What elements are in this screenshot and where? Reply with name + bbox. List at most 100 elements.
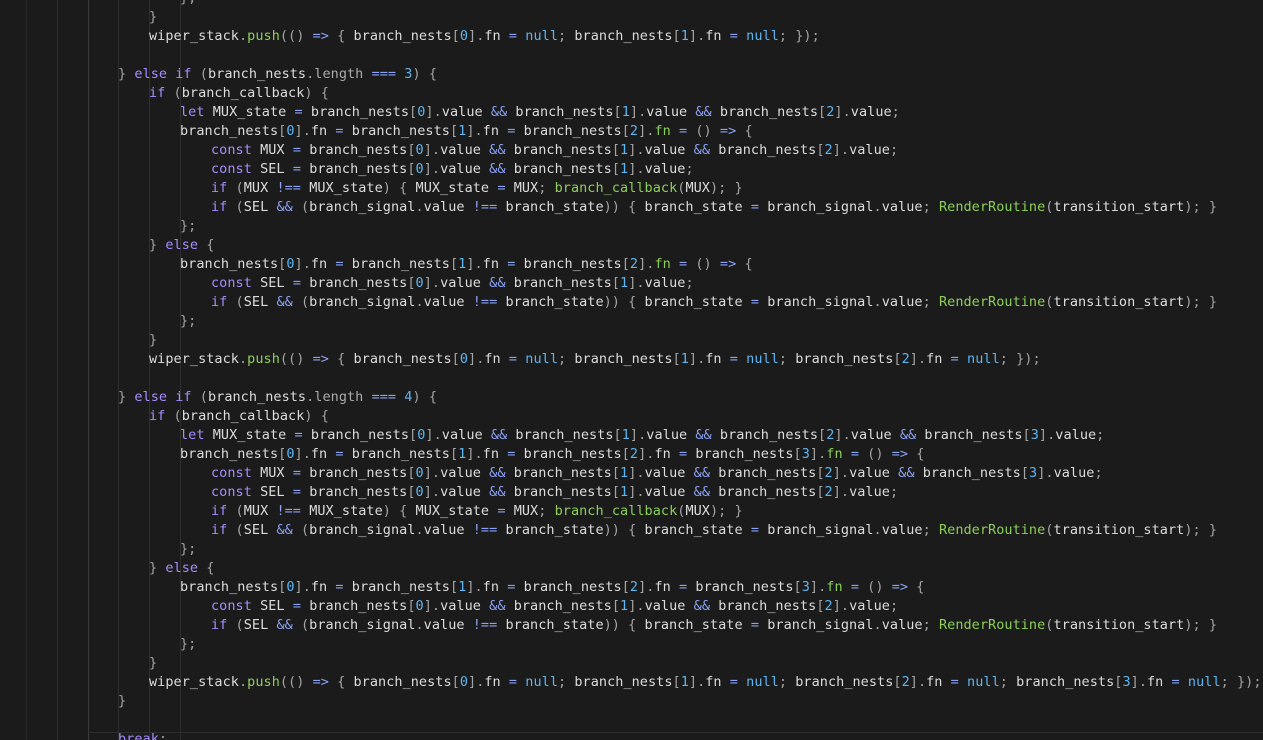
code-token: 2: [824, 484, 833, 500]
code-token: 1: [680, 28, 689, 44]
code-line[interactable]: branch_nests[0].fn = branch_nests[1].fn …: [180, 122, 753, 141]
code-line[interactable]: const MUX = branch_nests[0].value && bra…: [211, 464, 1103, 483]
code-token: null: [525, 28, 559, 44]
code-token: 3: [801, 579, 810, 595]
code-line[interactable]: if (SEL && (branch_signal.value !== bran…: [211, 521, 1217, 540]
code-line[interactable]: if (SEL && (branch_signal.value !== bran…: [211, 293, 1217, 312]
code-line[interactable]: } else if (branch_nests.length === 3) {: [118, 65, 437, 84]
code-token: branch_state: [644, 294, 743, 310]
code-line[interactable]: wiper_stack.push(() => { branch_nests[0]…: [149, 350, 1041, 369]
code-token: !==: [276, 503, 301, 519]
code-token: const: [211, 142, 252, 158]
code-token: ].: [468, 351, 485, 367]
code-line[interactable]: if (branch_callback) {: [149, 407, 329, 426]
code-token: ].: [466, 446, 483, 462]
code-token: =: [750, 522, 760, 538]
code-line[interactable]: if (SEL && (branch_signal.value !== bran…: [211, 198, 1217, 217]
code-token: [: [449, 123, 459, 139]
code-token: ;: [538, 503, 555, 519]
code-line[interactable]: branch_nests[0].fn = branch_nests[1].fn …: [180, 578, 924, 597]
code-token: [: [816, 598, 825, 614]
code-token: .: [415, 522, 424, 538]
code-token: [: [816, 484, 825, 500]
code-line[interactable]: };: [180, 0, 196, 8]
code-line[interactable]: };: [180, 312, 196, 331]
code-token: branch_state: [505, 617, 604, 633]
code-line[interactable]: };: [180, 540, 196, 559]
code-token: ].: [909, 351, 927, 367]
code-token: ;: [158, 731, 168, 740]
code-token: [: [611, 465, 621, 481]
code-token: (): [859, 446, 892, 462]
code-line[interactable]: const SEL = branch_nests[0].value && bra…: [211, 160, 694, 179]
code-token: (: [165, 85, 182, 101]
code-token: RenderRoutine: [938, 522, 1046, 538]
code-token: ].: [423, 465, 441, 481]
code-token: branch_nests: [351, 123, 450, 139]
code-editor[interactable]: };}wiper_stack.push(() => { branch_nests…: [0, 0, 1263, 740]
code-token: 3: [1122, 674, 1131, 690]
code-line[interactable]: wiper_stack.push(() => { branch_nests[0]…: [149, 673, 1262, 692]
code-line[interactable]: break;: [118, 730, 167, 740]
code-token: value: [440, 275, 481, 291]
code-token: [: [449, 446, 459, 462]
code-token: branch_callback: [554, 180, 678, 196]
code-token: else: [165, 237, 199, 253]
code-token: branch_nests: [353, 28, 452, 44]
code-token: branch_nests: [351, 446, 450, 462]
code-token: [: [1022, 427, 1031, 443]
code-line[interactable]: } else {: [149, 559, 214, 578]
code-token: [: [451, 28, 460, 44]
code-token: if: [211, 294, 228, 310]
code-line[interactable]: if (MUX !== MUX_state) { MUX_state = MUX…: [211, 179, 743, 198]
code-token: [: [816, 142, 825, 158]
code-line[interactable]: const SEL = branch_nests[0].value && bra…: [211, 274, 694, 293]
code-line[interactable]: }: [149, 654, 157, 673]
code-token: ].: [628, 161, 645, 177]
code-line[interactable]: const SEL = branch_nests[0].value && bra…: [211, 597, 898, 616]
code-token: )) {: [603, 617, 645, 633]
code-token: branch_nests: [207, 66, 307, 82]
code-token: branch_nests: [310, 104, 410, 120]
code-line[interactable]: branch_nests[0].fn = branch_nests[1].fn …: [180, 445, 924, 464]
code-token: (: [191, 389, 208, 405]
code-token: =: [729, 351, 738, 367]
code-token: fn: [705, 351, 722, 367]
code-token: {: [198, 560, 215, 576]
code-token: 0: [459, 351, 469, 367]
code-line[interactable]: const MUX = branch_nests[0].value && bra…: [211, 141, 898, 160]
code-token: .: [873, 522, 882, 538]
code-line[interactable]: };: [180, 217, 196, 236]
code-line[interactable]: if (MUX !== MUX_state) { MUX_state = MUX…: [211, 502, 743, 521]
code-line[interactable]: };: [180, 635, 196, 654]
code-token: branch_nests: [574, 674, 673, 690]
code-line[interactable]: branch_nests[0].fn = branch_nests[1].fn …: [180, 255, 753, 274]
code-line[interactable]: const SEL = branch_nests[0].value && bra…: [211, 483, 898, 502]
code-line[interactable]: } else {: [149, 236, 214, 255]
code-token: &&: [276, 617, 293, 633]
code-line[interactable]: let MUX_state = branch_nests[0].value &&…: [180, 426, 1104, 445]
code-token: value: [849, 484, 890, 500]
code-token: ].: [628, 142, 645, 158]
code-line[interactable]: let MUX_state = branch_nests[0].value &&…: [180, 103, 900, 122]
code-line[interactable]: }: [149, 8, 157, 27]
code-token: &&: [489, 275, 506, 291]
code-line[interactable]: }: [149, 331, 157, 350]
code-line[interactable]: } else if (branch_nests.length === 4) {: [118, 388, 437, 407]
code-token: .: [415, 617, 424, 633]
code-line[interactable]: if (branch_callback) {: [149, 84, 329, 103]
code-token: branch_nests: [309, 142, 408, 158]
code-token: fn: [654, 579, 671, 595]
code-token: if: [149, 408, 166, 424]
code-line[interactable]: if (SEL && (branch_signal.value !== bran…: [211, 616, 1217, 635]
code-line[interactable]: wiper_stack.push(() => { branch_nests[0]…: [149, 27, 820, 46]
code-token: MUX_state: [415, 180, 490, 196]
code-token: ].: [628, 484, 645, 500]
code-token: fn: [482, 579, 500, 595]
code-token: fn: [484, 28, 501, 44]
code-line[interactable]: }: [118, 692, 126, 711]
